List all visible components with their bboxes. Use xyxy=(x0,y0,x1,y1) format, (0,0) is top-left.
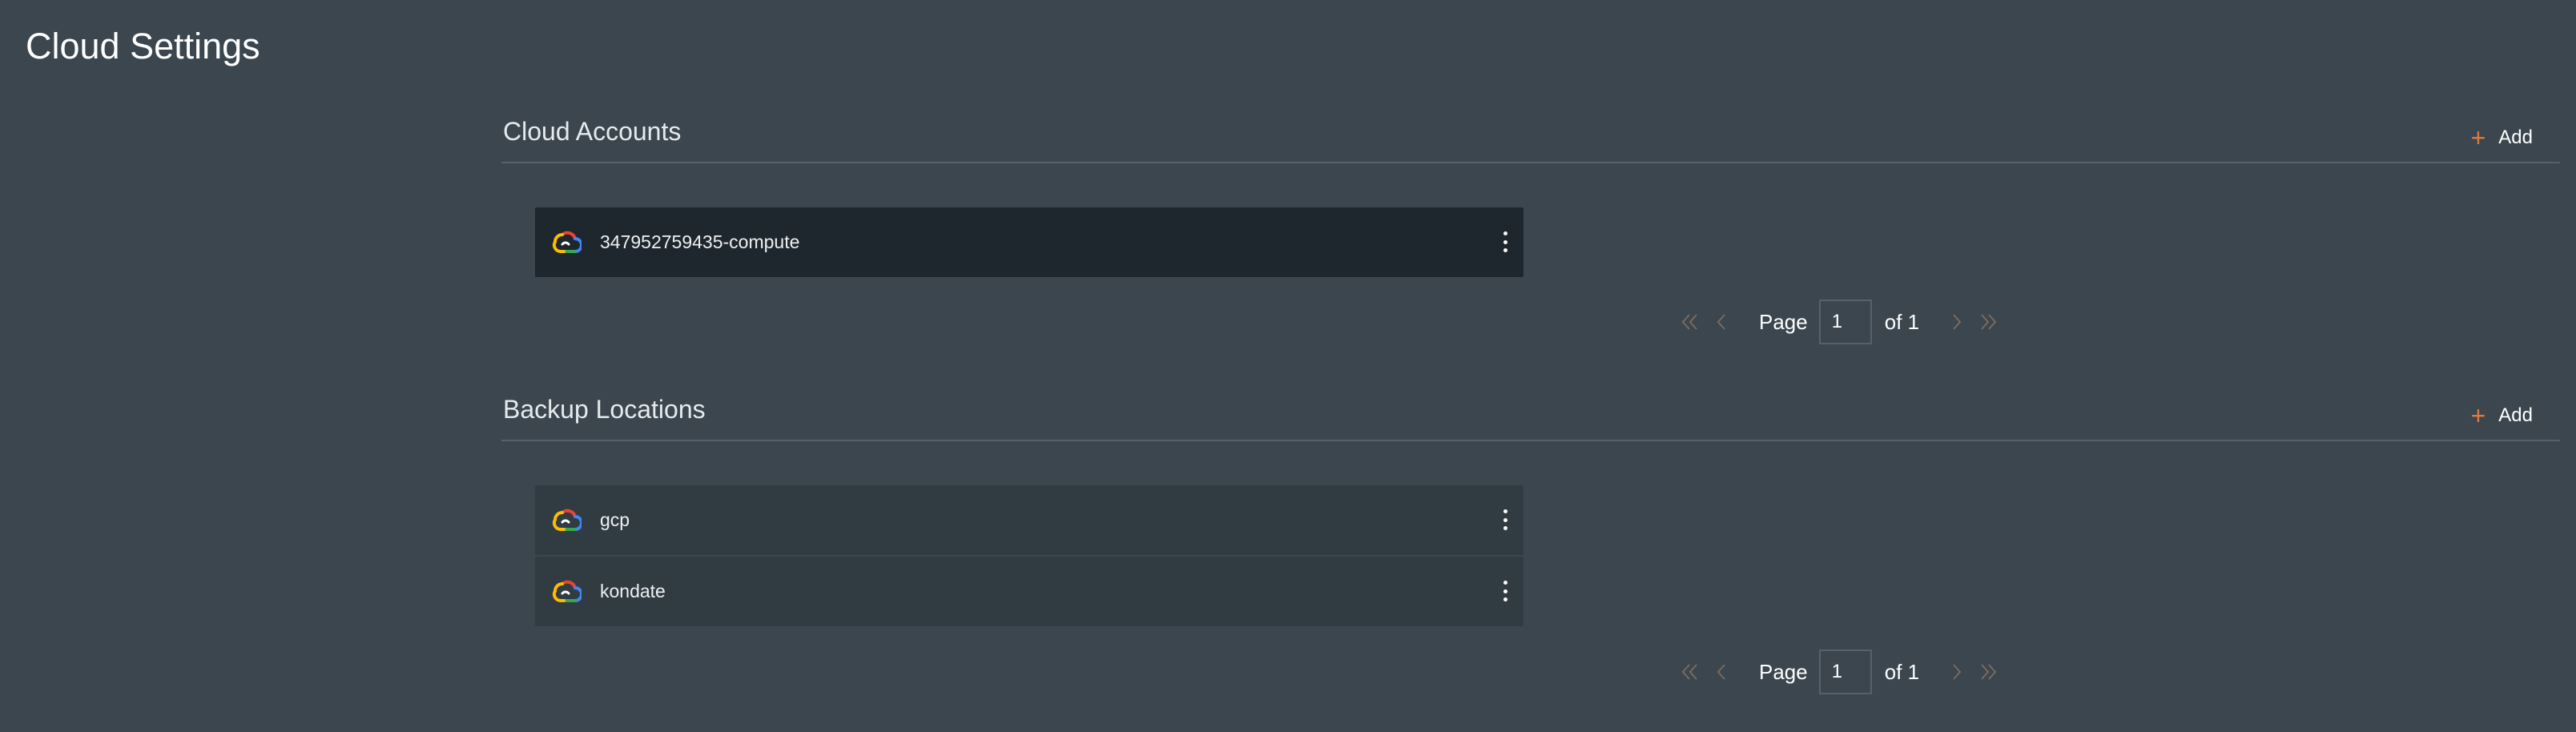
add-backup-location-button[interactable]: + Add xyxy=(2471,400,2533,432)
next-page-icon[interactable] xyxy=(1940,656,1972,688)
backup-locations-header: Backup Locations + Add xyxy=(501,376,2560,441)
first-page-icon[interactable] xyxy=(1674,656,1706,688)
backup-location-name: gcp xyxy=(600,509,630,530)
page-label: Page xyxy=(1759,659,1808,684)
backup-location-name: kondate xyxy=(600,581,666,601)
first-page-icon[interactable] xyxy=(1674,306,1706,338)
more-options-icon[interactable] xyxy=(1499,577,1511,605)
cloud-account-name: 347952759435-compute xyxy=(600,231,800,252)
page-label: Page xyxy=(1759,309,1808,334)
cloud-accounts-section: Cloud Accounts + Add xyxy=(501,98,2560,163)
cloud-accounts-pagination: Page of 1 xyxy=(1674,298,2004,346)
previous-page-icon[interactable] xyxy=(1706,656,1738,688)
more-options-icon[interactable] xyxy=(1499,228,1511,255)
backup-locations-pagination: Page of 1 xyxy=(1674,648,2004,696)
page-number-input[interactable] xyxy=(1818,650,1872,694)
google-cloud-icon xyxy=(551,230,582,254)
list-item[interactable]: kondate xyxy=(535,557,1523,626)
add-cloud-account-button[interactable]: + Add xyxy=(2471,122,2533,154)
page-title: Cloud Settings xyxy=(26,26,260,66)
backup-locations-section: Backup Locations + Add xyxy=(501,376,2560,441)
cloud-accounts-list: 347952759435-compute xyxy=(535,207,1523,277)
page-total: of 1 xyxy=(1884,309,1920,334)
cloud-accounts-header: Cloud Accounts + Add xyxy=(501,98,2560,163)
add-label: Add xyxy=(2498,404,2533,426)
cloud-accounts-title: Cloud Accounts xyxy=(503,117,682,146)
last-page-icon[interactable] xyxy=(1972,306,2004,338)
list-item[interactable]: 347952759435-compute xyxy=(535,207,1523,277)
page-number-input[interactable] xyxy=(1818,300,1872,344)
plus-icon: + xyxy=(2470,123,2486,152)
last-page-icon[interactable] xyxy=(1972,656,2004,688)
previous-page-icon[interactable] xyxy=(1706,306,1738,338)
google-cloud-icon xyxy=(551,579,582,603)
page-total: of 1 xyxy=(1884,659,1920,684)
backup-locations-list: gcp kondate xyxy=(535,485,1523,626)
list-item[interactable]: gcp xyxy=(535,485,1523,555)
backup-locations-title: Backup Locations xyxy=(503,395,706,424)
more-options-icon[interactable] xyxy=(1499,506,1511,533)
next-page-icon[interactable] xyxy=(1940,306,1972,338)
add-label: Add xyxy=(2498,127,2533,148)
google-cloud-icon xyxy=(551,508,582,532)
plus-icon: + xyxy=(2470,401,2486,430)
